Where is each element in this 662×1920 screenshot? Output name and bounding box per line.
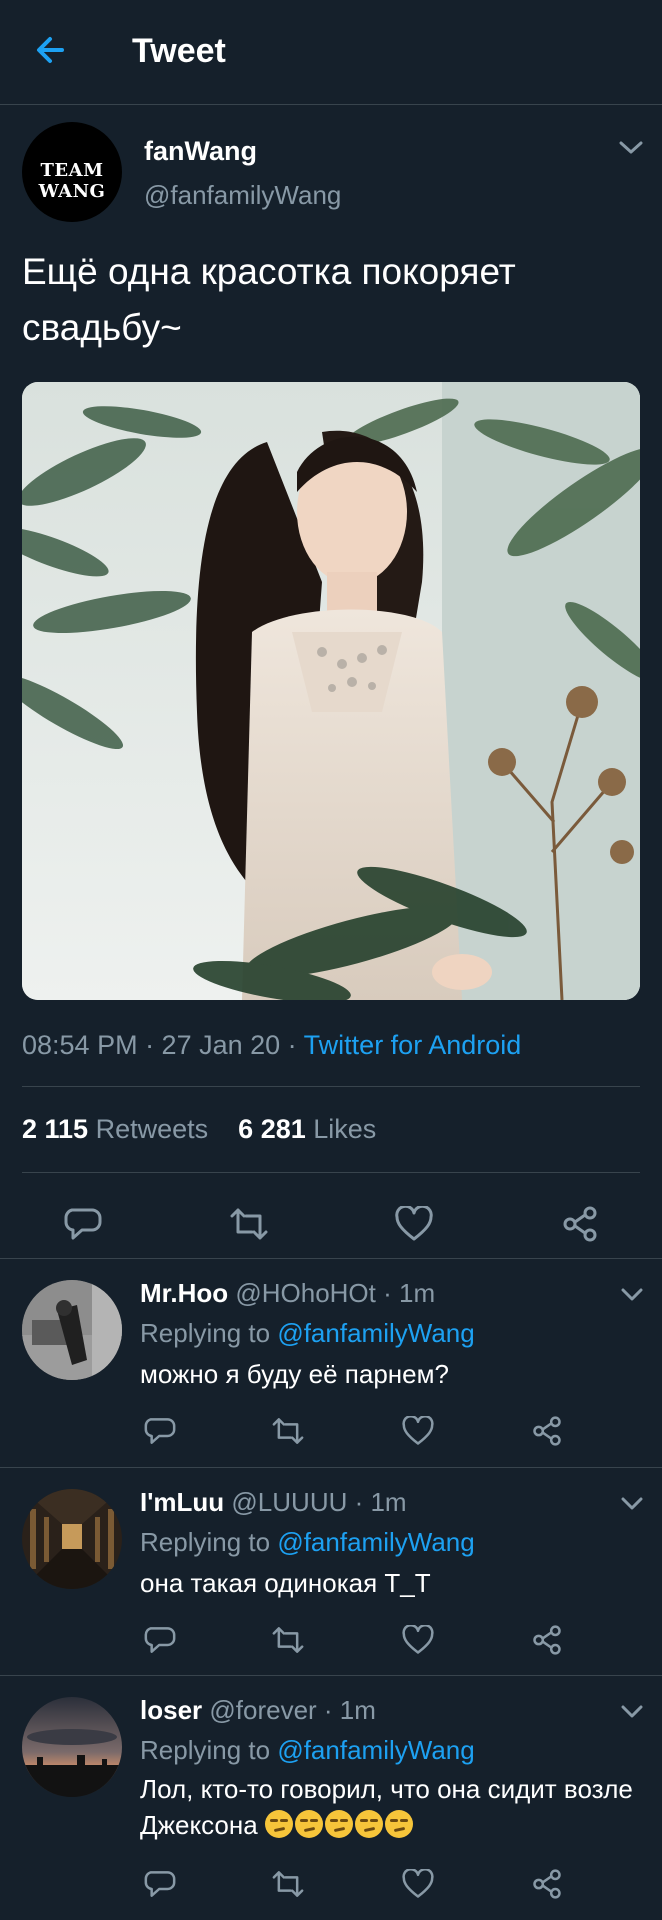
share-icon[interactable] — [532, 1869, 562, 1899]
avatar-photo — [22, 1280, 122, 1380]
reply-header: I'mLuu @LUUUU · 1m — [140, 1487, 407, 1518]
chevron-down-icon[interactable] — [620, 1495, 644, 1513]
reply-author-name[interactable]: loser — [140, 1695, 202, 1725]
author-handle[interactable]: @fanfamilyWang — [144, 180, 341, 211]
retweet-icon[interactable] — [270, 1625, 306, 1655]
replying-to: Replying to @fanfamilyWang — [140, 1318, 475, 1349]
reply-icon[interactable] — [64, 1206, 102, 1242]
replying-to-link[interactable]: @fanfamilyWang — [277, 1318, 474, 1348]
tweet-meta: 08:54 PM · 27 Jan 20 · Twitter for Andro… — [22, 1030, 521, 1061]
replying-to: Replying to @fanfamilyWang — [140, 1527, 475, 1558]
share-icon[interactable] — [532, 1416, 562, 1446]
reply-author-handle[interactable]: @HOhoHOt · 1m — [235, 1278, 435, 1308]
retweet-icon[interactable] — [228, 1206, 270, 1242]
chevron-down-icon[interactable] — [620, 1286, 644, 1304]
arrow-left-icon[interactable] — [32, 30, 72, 70]
tweet-photo[interactable] — [22, 382, 640, 1000]
reply-item[interactable]: loser @forever · 1m Replying to @fanfami… — [0, 1675, 662, 1920]
avatar-photo — [22, 1697, 122, 1797]
replying-to-prefix: Replying to — [140, 1735, 278, 1765]
replying-to: Replying to @fanfamilyWang — [140, 1735, 475, 1766]
tweet-actions — [0, 1190, 662, 1260]
reply-author-name[interactable]: Mr.Hoo — [140, 1278, 228, 1308]
likes-count[interactable]: 6 281 — [238, 1114, 306, 1144]
top-bar: Tweet — [0, 0, 662, 105]
reply-actions — [0, 1416, 662, 1466]
avatar[interactable] — [22, 1697, 122, 1797]
author-name[interactable]: fanWang — [144, 136, 257, 167]
likes-label[interactable]: Likes — [313, 1114, 376, 1144]
avatar[interactable]: TEAM WANG — [22, 122, 122, 222]
tweet-stats: 2 115 Retweets 6 281 Likes — [22, 1114, 376, 1145]
reply-author-handle[interactable]: @LUUUU · 1m — [231, 1487, 406, 1517]
tweet-time: 08:54 PM · 27 Jan 20 · — [22, 1030, 304, 1060]
divider — [22, 1172, 640, 1173]
smirk-emoji-icon — [264, 1810, 415, 1840]
reply-header: Mr.Hoo @HOhoHOt · 1m — [140, 1278, 435, 1309]
reply-header: loser @forever · 1m — [140, 1695, 376, 1726]
avatar[interactable] — [22, 1489, 122, 1589]
avatar-logo-text: TEAM WANG — [38, 160, 106, 202]
heart-icon[interactable] — [402, 1869, 434, 1899]
reply-icon[interactable] — [144, 1625, 176, 1655]
reply-text-block: Лол, кто-то говорил, что она сидит возле… — [140, 1771, 640, 1843]
chevron-down-icon[interactable] — [620, 1703, 644, 1721]
tweet-text: Ещё одна красотка покоряет свадьбу~ — [22, 251, 516, 348]
reply-text: она такая одинокая T_T — [140, 1568, 431, 1598]
reply-icon[interactable] — [144, 1416, 176, 1446]
heart-icon[interactable] — [402, 1416, 434, 1446]
replying-to-link[interactable]: @fanfamilyWang — [277, 1735, 474, 1765]
reply-text: можно я буду её парнем? — [140, 1359, 449, 1389]
avatar-photo — [22, 1489, 122, 1589]
reply-icon[interactable] — [144, 1869, 176, 1899]
chevron-down-icon[interactable] — [618, 138, 644, 158]
retweets-count[interactable]: 2 115 — [22, 1114, 88, 1144]
reply-actions — [0, 1625, 662, 1675]
share-icon[interactable] — [562, 1206, 598, 1242]
reply-author-name[interactable]: I'mLuu — [140, 1487, 224, 1517]
heart-icon[interactable] — [395, 1206, 433, 1242]
tweet-source-link[interactable]: Twitter for Android — [304, 1030, 522, 1060]
reply-actions — [0, 1869, 662, 1919]
divider — [22, 1086, 640, 1087]
replying-to-prefix: Replying to — [140, 1318, 278, 1348]
heart-icon[interactable] — [402, 1625, 434, 1655]
page-title: Tweet — [132, 32, 226, 70]
retweets-label[interactable]: Retweets — [96, 1114, 209, 1144]
replying-to-link[interactable]: @fanfamilyWang — [277, 1527, 474, 1557]
retweet-icon[interactable] — [270, 1869, 306, 1899]
photo-illustration — [22, 382, 640, 1000]
avatar[interactable] — [22, 1280, 122, 1380]
retweet-icon[interactable] — [270, 1416, 306, 1446]
reply-author-handle[interactable]: @forever · 1m — [209, 1695, 376, 1725]
reply-item[interactable]: Mr.Hoo @HOhoHOt · 1m Replying to @fanfam… — [0, 1258, 662, 1468]
share-icon[interactable] — [532, 1625, 562, 1655]
replying-to-prefix: Replying to — [140, 1527, 278, 1557]
reply-item[interactable]: I'mLuu @LUUUU · 1m Replying to @fanfamil… — [0, 1467, 662, 1675]
